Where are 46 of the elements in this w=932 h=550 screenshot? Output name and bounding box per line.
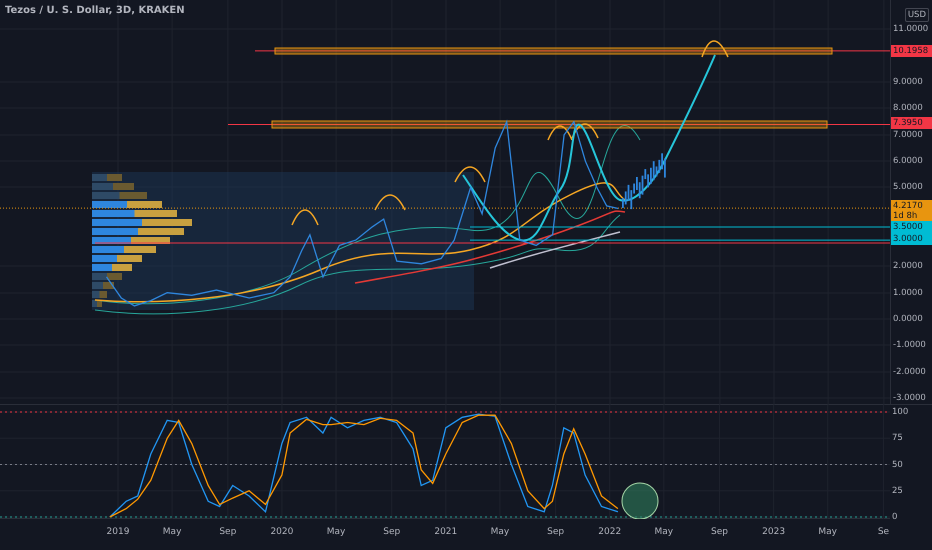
price-axis-label: -1.0000 [893, 340, 926, 350]
time-axis-label: 2021 [434, 527, 458, 537]
oscillator-axis-label: 100 [892, 407, 908, 418]
oscillator-axis-label: 0 [892, 512, 898, 522]
oscillator-axis-label: 25 [892, 486, 903, 496]
price-axis-label: -2.0000 [893, 367, 926, 377]
price-tag: 7.3950 [891, 117, 932, 129]
price-axis-label: -3.0000 [893, 393, 926, 403]
time-axis-label: Sep [711, 527, 728, 537]
time-axis-label: 2022 [598, 527, 622, 537]
time-axis-label: 2019 [106, 527, 130, 537]
price-tag: 3.0000 [891, 233, 932, 245]
price-axis-label: 2.0000 [893, 261, 923, 271]
price-tag: 4.2170 1d 8h [891, 200, 932, 222]
time-axis-label: Sep [547, 527, 564, 537]
price-axis-label: 11.0000 [893, 24, 928, 34]
price-tag: 3.5000 [891, 221, 932, 233]
price-axis-label: 1.0000 [893, 288, 923, 298]
time-axis-label: May [162, 527, 182, 537]
time-axis-label: May [654, 527, 674, 537]
time-axis-label: May [326, 527, 346, 537]
arc-mark [291, 209, 319, 226]
time-axis-label: Sep [383, 527, 400, 537]
projected-candles-drawing [622, 153, 666, 210]
arc-mark [454, 166, 486, 182]
time-axis-label: May [818, 527, 837, 537]
price-axis-label: 8.0000 [893, 103, 923, 113]
time-axis-label: May [490, 527, 510, 537]
price-axis-label: 7.0000 [893, 130, 923, 140]
price-tag: 10.1958 [891, 45, 932, 57]
arc-mark [547, 125, 573, 140]
oscillator-axis-label: 75 [892, 433, 903, 444]
time-axis-label: Se [878, 527, 890, 537]
time-axis-label: 2020 [270, 527, 294, 537]
oscillator-axis-label: 50 [892, 460, 903, 470]
price-axis-label: 9.0000 [893, 77, 923, 87]
time-axis-label: 2023 [762, 527, 786, 537]
arc-mark [374, 194, 406, 210]
arc-mark [701, 40, 729, 58]
price-axis-label: 6.0000 [893, 156, 923, 166]
price-axis-label: 5.0000 [893, 182, 923, 192]
time-axis-label: Sep [219, 527, 236, 537]
arc-mark [571, 123, 599, 138]
price-axis-label: 0.0000 [893, 314, 923, 324]
chart-title: Tezos / U. S. Dollar, 3D, KRAKEN [5, 5, 185, 16]
currency-label: USD [904, 8, 929, 22]
